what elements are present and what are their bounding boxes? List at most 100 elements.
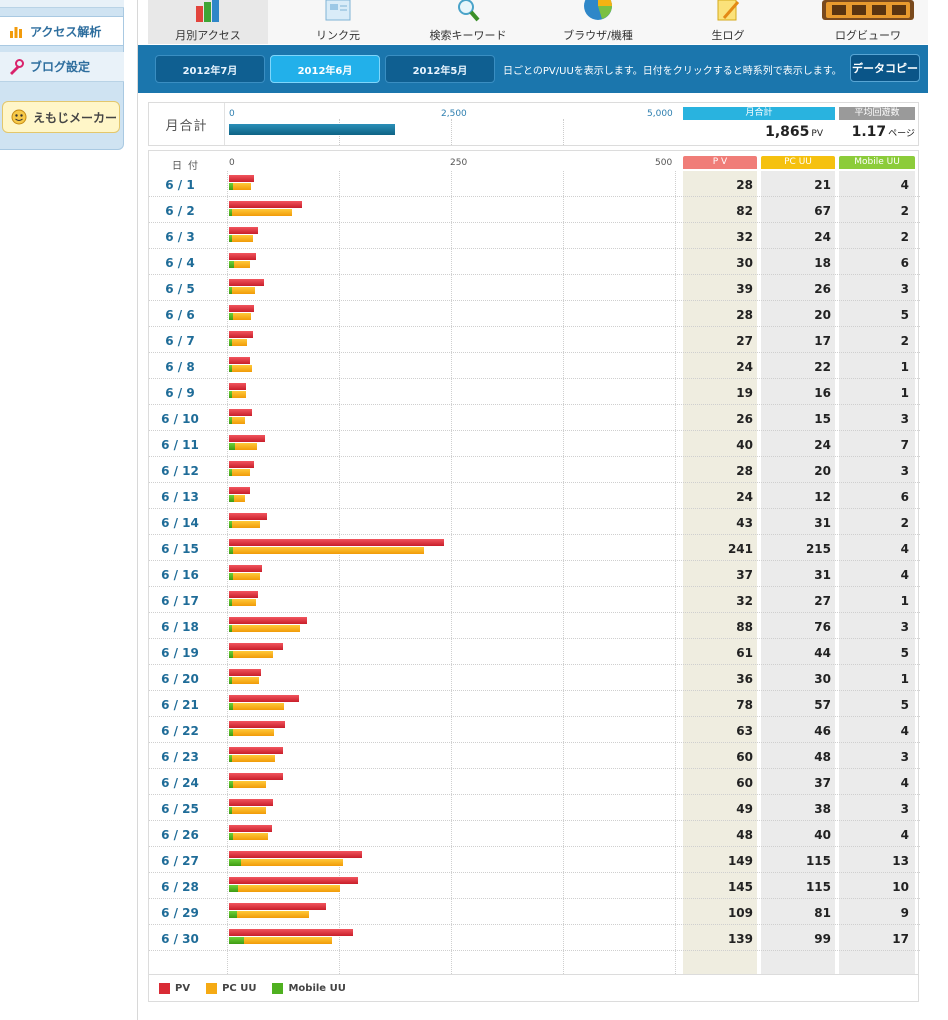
sidebar-item-label: えもじメーカー: [33, 110, 118, 125]
date-link[interactable]: 6 / 1: [149, 171, 211, 197]
pv-value: 26: [736, 412, 753, 426]
date-link[interactable]: 6 / 30: [149, 925, 211, 951]
sidebar-item-emoji-maker[interactable]: えもじメーカー: [2, 101, 120, 133]
legend-swatch: [206, 982, 218, 994]
pv-value: 60: [736, 776, 753, 790]
pc-uu-value: 27: [814, 594, 831, 608]
nav-search-keyword[interactable]: 検索キーワード: [408, 0, 528, 44]
table-row: 6 / 8 24 22 1: [149, 353, 920, 379]
table-row: 6 / 1 28 21 4: [149, 171, 920, 197]
date-link[interactable]: 6 / 23: [149, 743, 211, 769]
mobile-uu-column-header: Mobile UU: [839, 156, 915, 169]
data-copy-button[interactable]: データコピー: [850, 54, 920, 82]
table-row: 6 / 16 37 31 4: [149, 561, 920, 587]
date-link[interactable]: 6 / 13: [149, 483, 211, 509]
date-link[interactable]: 6 / 22: [149, 717, 211, 743]
date-link[interactable]: 6 / 21: [149, 691, 211, 717]
date-link[interactable]: 6 / 10: [149, 405, 211, 431]
mobile-uu-value: 10: [892, 880, 909, 894]
pv-column-header: P V: [683, 156, 757, 169]
tab-month-2012-06[interactable]: 2012年6月: [270, 55, 380, 83]
nav-log-viewer[interactable]: ログビューワ: [808, 0, 928, 44]
nav-label: リンク元: [316, 29, 360, 42]
date-link[interactable]: 6 / 27: [149, 847, 211, 873]
monthly-books-icon: [192, 0, 224, 22]
mobile-uu-value: 3: [900, 464, 909, 478]
table-row: 6 / 26 48 40 4: [149, 821, 920, 847]
mobile-uu-value: 4: [900, 542, 909, 556]
table-row: 6 / 13 24 12 6: [149, 483, 920, 509]
date-link[interactable]: 6 / 14: [149, 509, 211, 535]
date-link[interactable]: 6 / 19: [149, 639, 211, 665]
pc-uu-value: 15: [814, 412, 831, 426]
pv-bar: [229, 747, 283, 754]
mobile-uu-value: 2: [900, 516, 909, 530]
date-link[interactable]: 6 / 7: [149, 327, 211, 353]
pv-bar: [229, 513, 268, 520]
date-link[interactable]: 6 / 25: [149, 795, 211, 821]
pc-uu-bar: [233, 313, 252, 320]
nav-browser-device[interactable]: ブラウザ/機種: [538, 0, 658, 44]
axis-tick: 0: [229, 158, 235, 168]
date-link[interactable]: 6 / 20: [149, 665, 211, 691]
date-link[interactable]: 6 / 9: [149, 379, 211, 405]
mobile-uu-bar: [229, 937, 245, 944]
month-bar: 2012年7月 2012年6月 2012年5月 日ごとのPV/UUを表示します。…: [138, 45, 928, 93]
nav-raw-log[interactable]: 生ログ: [668, 0, 788, 44]
pv-value: 39: [736, 282, 753, 296]
date-link[interactable]: 6 / 17: [149, 587, 211, 613]
summary-total-bar: [229, 124, 396, 135]
pc-uu-bar: [232, 599, 257, 606]
link-source-icon: [322, 0, 354, 22]
table-row: 6 / 10 26 15 3: [149, 405, 920, 431]
tab-month-2012-05[interactable]: 2012年5月: [385, 55, 495, 83]
pv-bar: [229, 877, 359, 884]
mobile-uu-bar: [229, 885, 238, 892]
pv-bar: [229, 695, 299, 702]
mobile-uu-value: 5: [900, 646, 909, 660]
tab-month-2012-07[interactable]: 2012年7月: [155, 55, 265, 83]
wrench-icon: [8, 58, 24, 75]
sidebar-item-access-analysis[interactable]: アクセス解析: [0, 16, 124, 46]
pc-uu-value: 26: [814, 282, 831, 296]
pc-uu-bar: [232, 677, 259, 684]
sidebar-item-top[interactable]: [0, 0, 124, 8]
mobile-uu-value: 4: [900, 568, 909, 582]
pv-bar: [229, 721, 286, 728]
date-link[interactable]: 6 / 11: [149, 431, 211, 457]
summary-tick: 0: [229, 109, 235, 119]
pv-bar: [229, 669, 262, 676]
nav-monthly-access[interactable]: 月別アクセス: [148, 0, 268, 44]
date-link[interactable]: 6 / 28: [149, 873, 211, 899]
sidebar-item-blog-settings[interactable]: ブログ設定: [0, 52, 124, 82]
date-link[interactable]: 6 / 24: [149, 769, 211, 795]
date-link[interactable]: 6 / 26: [149, 821, 211, 847]
date-link[interactable]: 6 / 6: [149, 301, 211, 327]
pc-uu-value: 48: [814, 750, 831, 764]
date-link[interactable]: 6 / 18: [149, 613, 211, 639]
pc-uu-bar: [232, 339, 248, 346]
pc-uu-value: 12: [814, 490, 831, 504]
date-link[interactable]: 6 / 3: [149, 223, 211, 249]
date-link[interactable]: 6 / 15: [149, 535, 211, 561]
date-link[interactable]: 6 / 8: [149, 353, 211, 379]
mobile-uu-value: 3: [900, 750, 909, 764]
date-link[interactable]: 6 / 5: [149, 275, 211, 301]
table-row: 6 / 11 40 24 7: [149, 431, 920, 457]
mobile-uu-value: 4: [900, 178, 909, 192]
table-row: 6 / 4 30 18 6: [149, 249, 920, 275]
nav-link-source[interactable]: リンク元: [278, 0, 398, 44]
pv-bar: [229, 851, 362, 858]
date-link[interactable]: 6 / 4: [149, 249, 211, 275]
pv-bar: [229, 565, 262, 572]
date-link[interactable]: 6 / 16: [149, 561, 211, 587]
table-row: 6 / 6 28 20 5: [149, 301, 920, 327]
help-note: 日ごとのPV/UUを表示します。日付をクリックすると時系列で表示します。: [503, 66, 842, 77]
log-viewer-icon: [822, 0, 914, 22]
date-link[interactable]: 6 / 2: [149, 197, 211, 223]
sidebar-item-label: ブログ設定: [30, 60, 91, 74]
date-link[interactable]: 6 / 29: [149, 899, 211, 925]
pv-bar: [229, 591, 258, 598]
pc-uu-value: 20: [814, 308, 831, 322]
date-link[interactable]: 6 / 12: [149, 457, 211, 483]
